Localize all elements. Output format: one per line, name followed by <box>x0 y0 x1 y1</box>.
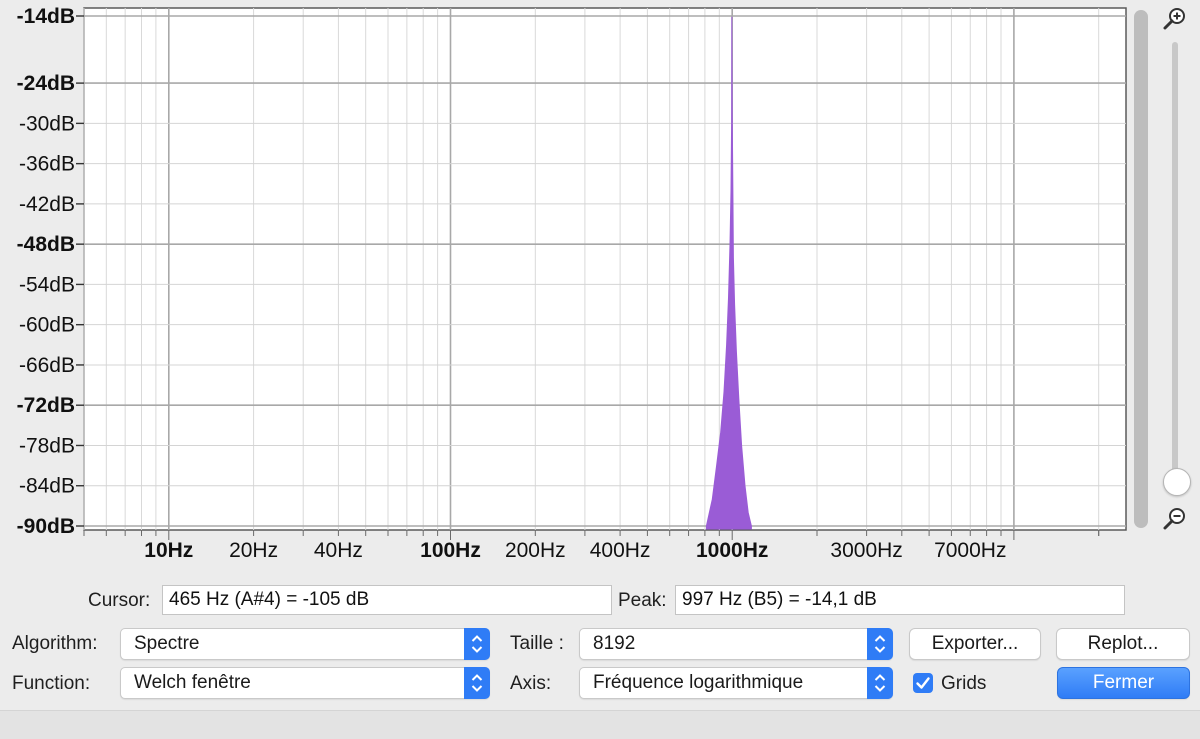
peak-readout-field: 997 Hz (B5) = -14,1 dB <box>675 585 1125 615</box>
y-tick-label: -30dB <box>19 112 75 135</box>
y-tick-label: -42dB <box>19 193 75 216</box>
chevron-updown-icon <box>874 674 886 692</box>
y-tick-label: -48dB <box>17 233 75 256</box>
x-tick-label: 7000Hz <box>934 539 1006 562</box>
function-label: Function: <box>12 673 91 694</box>
close-button[interactable]: Fermer <box>1057 667 1190 699</box>
grids-label[interactable]: Grids <box>941 673 986 695</box>
y-tick-label: -66dB <box>19 354 75 377</box>
chevron-updown-icon <box>471 674 483 692</box>
size-select[interactable]: 8192 <box>579 628 893 660</box>
zoom-slider-track[interactable] <box>1172 42 1178 482</box>
y-tick-label: -14dB <box>17 5 75 28</box>
function-select[interactable]: Welch fenêtre <box>120 667 490 699</box>
axis-select[interactable]: Fréquence logarithmique <box>579 667 893 699</box>
function-stepper[interactable] <box>464 667 490 699</box>
plot-area[interactable] <box>83 7 1127 531</box>
y-tick-label: -24dB <box>17 72 75 95</box>
size-value: 8192 <box>593 633 636 654</box>
size-label: Taille : <box>510 633 564 654</box>
y-tick-label: -90dB <box>17 515 75 538</box>
function-value: Welch fenêtre <box>134 672 251 693</box>
replot-button[interactable]: Replot... <box>1056 628 1190 660</box>
chevron-updown-icon <box>471 635 483 653</box>
chevron-updown-icon <box>874 635 886 653</box>
algorithm-stepper[interactable] <box>464 628 490 660</box>
zoom-slider-thumb[interactable] <box>1163 468 1191 496</box>
vertical-scrollbar[interactable] <box>1134 10 1148 528</box>
window-bottom-bar <box>0 710 1200 739</box>
cursor-label: Cursor: <box>88 590 151 611</box>
y-tick-label: -60dB <box>19 314 75 337</box>
y-tick-label: -72dB <box>17 394 75 417</box>
x-tick-label: 3000Hz <box>830 539 902 562</box>
axis-value: Fréquence logarithmique <box>593 672 804 693</box>
y-axis-ticks <box>76 15 84 527</box>
zoom-out-icon[interactable] <box>1162 506 1188 532</box>
x-tick-label: 10Hz <box>144 539 193 562</box>
peak-label: Peak: <box>618 590 667 611</box>
spectrum-plot[interactable]: -14dB -24dB -30dB -36dB -42dB -48dB -54dB -60dB… <box>0 0 1200 578</box>
x-tick-label: 400Hz <box>590 539 651 562</box>
algorithm-value: Spectre <box>134 633 200 654</box>
axis-stepper[interactable] <box>867 667 893 699</box>
y-tick-label: -78dB <box>19 434 75 457</box>
checkmark-icon <box>916 677 930 689</box>
axis-label: Axis: <box>510 673 552 694</box>
x-tick-label: 20Hz <box>229 539 278 562</box>
y-tick-label: -36dB <box>19 153 75 176</box>
size-stepper[interactable] <box>867 628 893 660</box>
x-tick-label: 200Hz <box>505 539 566 562</box>
x-tick-label: 1000Hz <box>696 539 768 562</box>
x-tick-label: 40Hz <box>314 539 363 562</box>
algorithm-label: Algorithm: <box>12 633 98 654</box>
cursor-readout-field: 465 Hz (A#4) = -105 dB <box>162 585 612 615</box>
y-axis-labels: -14dB -24dB -30dB -36dB -42dB -48dB -54dB -60dB… <box>17 5 75 538</box>
x-tick-label: 100Hz <box>420 539 481 562</box>
y-tick-label: -84dB <box>19 475 75 498</box>
y-tick-label: -54dB <box>19 273 75 296</box>
zoom-in-icon[interactable] <box>1162 6 1188 32</box>
x-axis: 10Hz 20Hz 40Hz 100Hz 200Hz 400Hz 1000Hz 3000Hz 7… <box>83 530 1100 562</box>
grids-checkbox[interactable] <box>913 673 933 693</box>
algorithm-select[interactable]: Spectre <box>120 628 490 660</box>
export-button[interactable]: Exporter... <box>909 628 1041 660</box>
